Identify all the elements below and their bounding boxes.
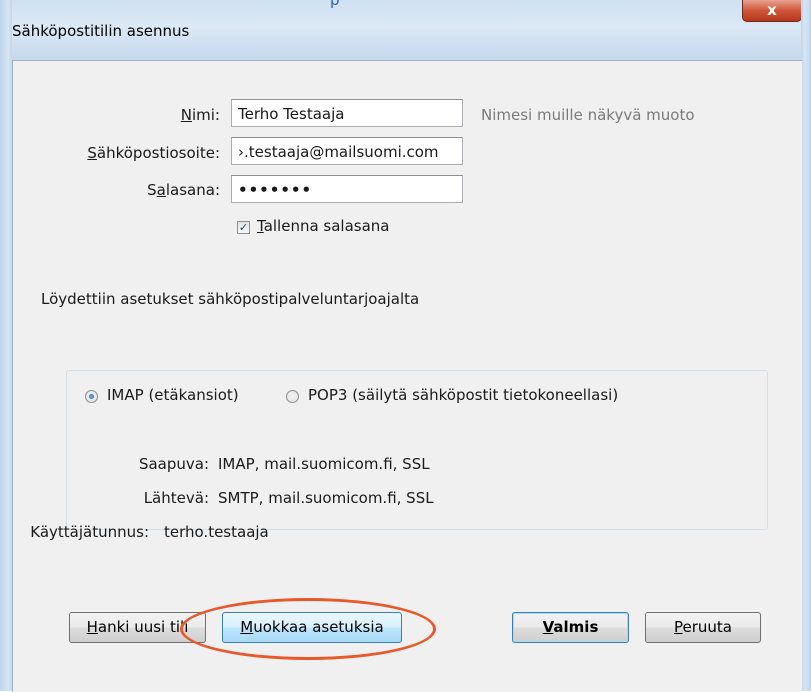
title-bar[interactable]: p Sähköpostitilin asennus x [0, 0, 811, 60]
title-fragment: p [330, 0, 340, 9]
settings-group: IMAP (etäkansiot) POP3 (säilytä sähköpos… [66, 370, 768, 530]
window-title: Sähköpostitilin asennus [12, 22, 190, 40]
dialog-content: Nimi: Terho Testaaja Nimesi muille näkyv… [12, 60, 802, 692]
name-input[interactable]: Terho Testaaja [231, 99, 463, 127]
close-icon: x [767, 1, 777, 19]
remember-password-checkbox[interactable]: ✓ [237, 221, 250, 234]
status-text: Löydettiin asetukset sähköpostipalvelunt… [41, 290, 420, 308]
edit-settings-button[interactable]: Muokkaa asetuksia [222, 612, 402, 643]
password-label: Salasana: [147, 181, 220, 199]
imap-radio[interactable] [85, 390, 98, 403]
cancel-button[interactable]: Peruuta [645, 612, 761, 643]
username-label: Käyttäjätunnus: [30, 523, 149, 541]
password-input[interactable]: ••••••• [231, 175, 463, 203]
email-label: Sähköpostiosoite: [87, 144, 220, 162]
window-frame-left [0, 0, 12, 691]
window-frame-right [801, 0, 811, 691]
incoming-label: Saapuva: [138, 455, 209, 473]
done-button[interactable]: Valmis [512, 612, 629, 643]
remember-password-label[interactable]: Tallenna salasana [257, 217, 390, 235]
get-new-account-button[interactable]: Hanki uusi tili [69, 612, 206, 643]
name-hint: Nimesi muille näkyvä muoto [481, 106, 695, 124]
email-input[interactable]: ›.testaaja@mailsuomi.com [231, 137, 463, 165]
pop3-label[interactable]: POP3 (säilytä sähköpostit tietokoneellas… [308, 386, 618, 404]
name-label: Nimi: [180, 106, 220, 124]
outgoing-value: SMTP, mail.suomicom.fi, SSL [218, 489, 434, 507]
imap-label[interactable]: IMAP (etäkansiot) [107, 386, 239, 404]
pop3-radio[interactable] [286, 390, 299, 403]
close-button[interactable]: x [742, 0, 802, 22]
username-value: terho.testaaja [164, 523, 269, 541]
incoming-value: IMAP, mail.suomicom.fi, SSL [218, 455, 430, 473]
outgoing-label: Lähtevä: [143, 489, 209, 507]
